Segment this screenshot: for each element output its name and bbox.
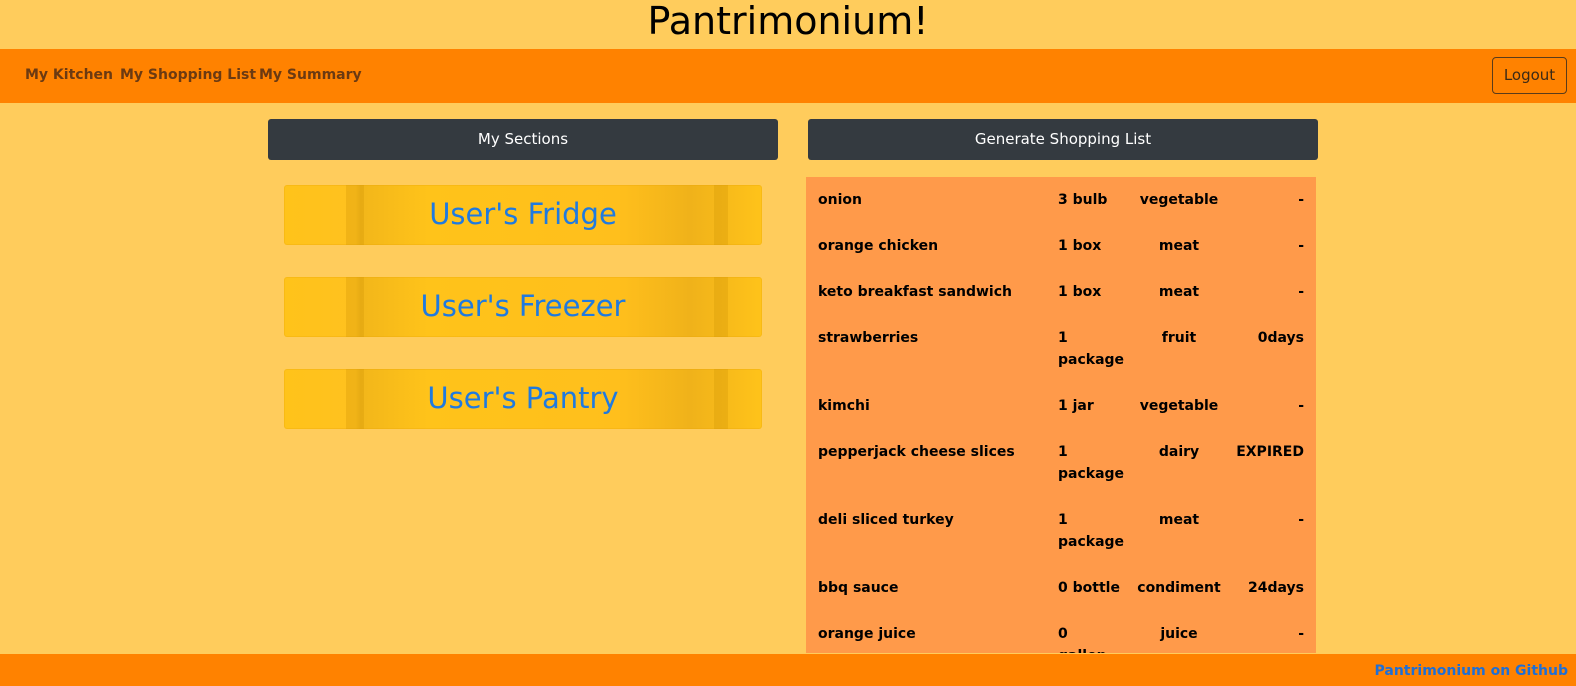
item-expiry: -	[1298, 512, 1304, 528]
item-quantity: 1 box	[1058, 284, 1102, 300]
my-sections-header[interactable]: My Sections	[268, 119, 778, 160]
item-quantity: 3 bulb	[1058, 192, 1108, 208]
item-expiry: -	[1298, 238, 1304, 254]
app-title: Pantrimonium!	[647, 0, 929, 43]
footer: Pantrimonium on Github	[0, 654, 1576, 686]
item-name: keto breakfast sandwich	[818, 284, 1012, 300]
section-card-fridge[interactable]: User's Fridge	[284, 185, 762, 245]
section-card-label[interactable]: User's Freezer	[284, 277, 762, 337]
item-expiry: -	[1298, 626, 1304, 642]
item-expiry: -	[1298, 192, 1304, 208]
item-expiry: 24days	[1248, 580, 1304, 596]
nav-link-my-kitchen[interactable]: My Kitchen	[25, 67, 113, 83]
generate-shopping-list-button[interactable]: Generate Shopping List	[808, 119, 1318, 160]
item-name: deli sliced turkey	[818, 512, 954, 528]
item-name: bbq sauce	[818, 580, 899, 596]
item-expiry: EXPIRED	[1236, 444, 1304, 460]
github-link[interactable]: Pantrimonium on Github	[1375, 663, 1569, 679]
item-expiry: -	[1298, 284, 1304, 300]
item-quantity: 0 bottle	[1058, 580, 1120, 596]
item-expiry: -	[1298, 398, 1304, 414]
logout-button[interactable]: Logout	[1492, 57, 1567, 94]
section-card-label[interactable]: User's Pantry	[284, 369, 762, 429]
item-quantity: 1 package	[1058, 444, 1125, 482]
item-quantity: 0 gallon	[1058, 626, 1107, 653]
item-name: orange juice	[818, 626, 916, 642]
item-quantity: 1 package	[1058, 330, 1125, 368]
item-quantity: 1 box	[1058, 238, 1102, 254]
item-name: strawberries	[818, 330, 919, 346]
item-name: pepperjack cheese slices	[818, 444, 1015, 460]
item-quantity: 1 package	[1058, 512, 1125, 550]
item-quantity: 1 jar	[1058, 398, 1094, 414]
item-name: orange chicken	[818, 238, 939, 254]
section-card-pantry[interactable]: User's Pantry	[284, 369, 762, 429]
item-name: kimchi	[818, 398, 870, 414]
nav-link-my-shopping-list[interactable]: My Shopping List	[120, 67, 256, 83]
section-card-freezer[interactable]: User's Freezer	[284, 277, 762, 337]
navbar: My Kitchen My Shopping List My Summary L…	[0, 49, 1576, 103]
item-expiry: 0days	[1257, 330, 1304, 346]
nav-link-my-summary[interactable]: My Summary	[259, 67, 362, 83]
shopping-list-panel: onion 3 bulb vegetable - orange chicken …	[806, 177, 1316, 653]
section-card-label[interactable]: User's Fridge	[284, 185, 762, 245]
item-name: onion	[818, 192, 862, 208]
